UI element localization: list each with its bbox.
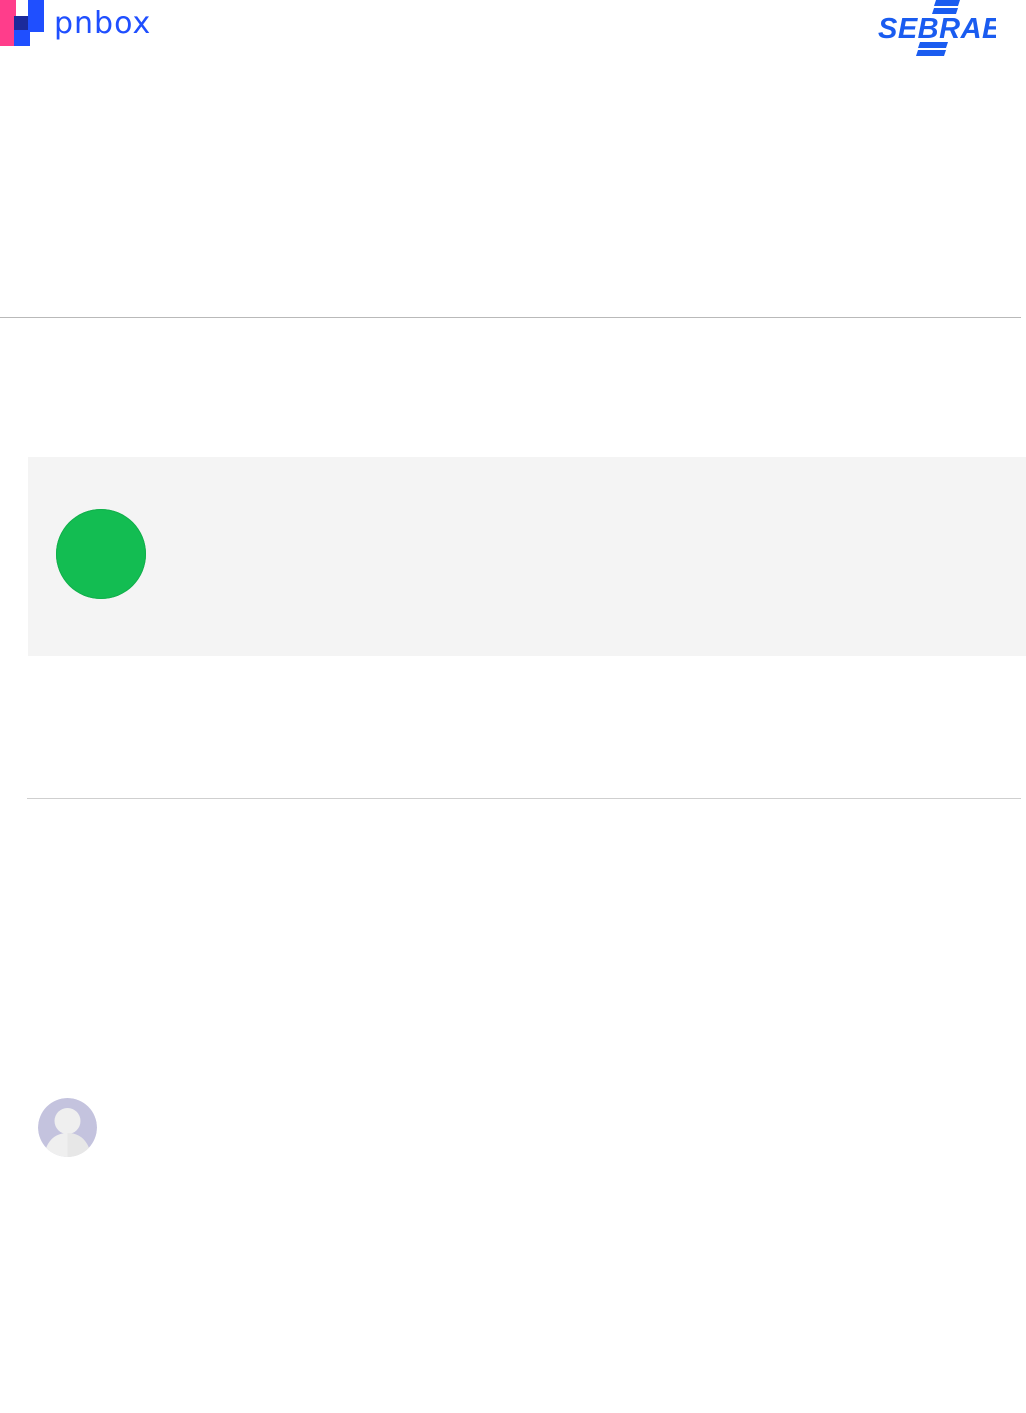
sebrae-logo[interactable]: SEBRAE bbox=[876, 0, 996, 58]
header: pnbox SEBRAE bbox=[0, 0, 1026, 70]
pnbox-logo[interactable]: pnbox bbox=[0, 0, 170, 48]
section-divider bbox=[0, 317, 1021, 318]
user-avatar-icon[interactable] bbox=[38, 1098, 97, 1157]
section-divider bbox=[27, 798, 1021, 799]
status-dot-icon bbox=[56, 509, 146, 599]
pnbox-wordmark: pnbox bbox=[54, 6, 151, 41]
status-panel bbox=[28, 457, 1026, 656]
sebrae-wordmark: SEBRAE bbox=[878, 13, 996, 45]
